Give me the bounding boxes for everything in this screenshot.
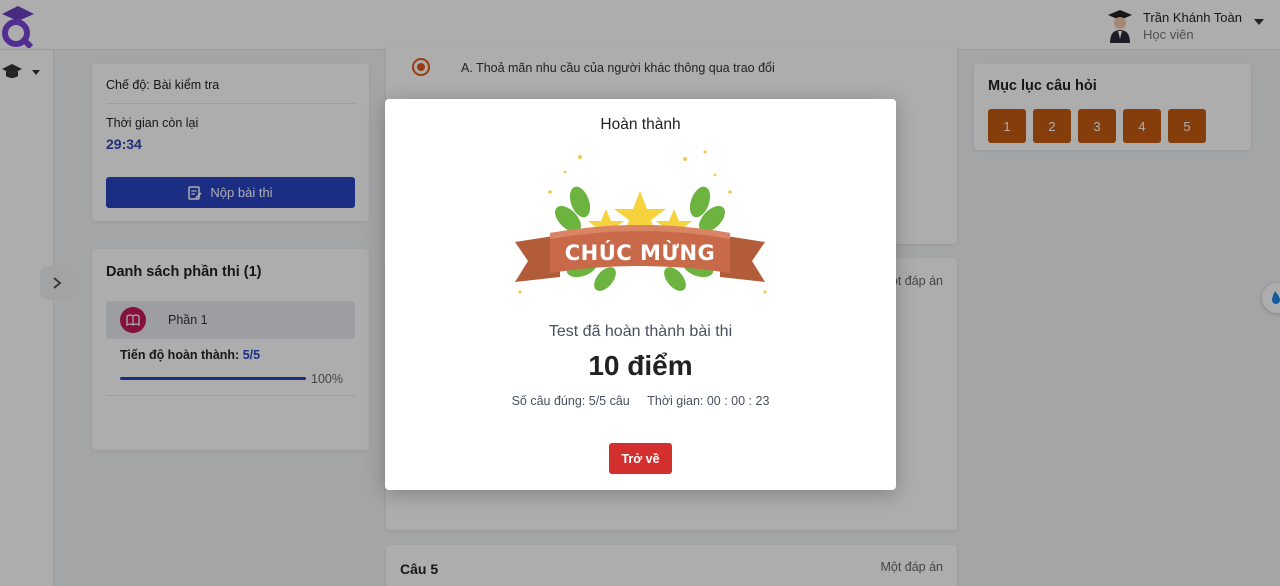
result-stats: Số câu đúng: 5/5 câu Thời gian: 00 : 00 …	[385, 394, 896, 408]
congrats-text: CHÚC MỪNG	[565, 240, 716, 265]
result-score: 10 điểm	[588, 350, 693, 381]
elapsed-time: Thời gian: 00 : 00 : 23	[647, 394, 770, 408]
congrats-banner-illustration: CHÚC MỪNG	[515, 150, 767, 294]
completion-modal: Hoàn thành CHÚC MỪNG Test đã hoàn thành …	[385, 99, 896, 490]
result-subtitle: Test đã hoàn thành bài thi	[548, 323, 733, 340]
correct-count: Số câu đúng: 5/5 câu	[511, 394, 630, 408]
back-button[interactable]: Trở về	[609, 443, 672, 474]
modal-title: Hoàn thành	[600, 116, 681, 133]
